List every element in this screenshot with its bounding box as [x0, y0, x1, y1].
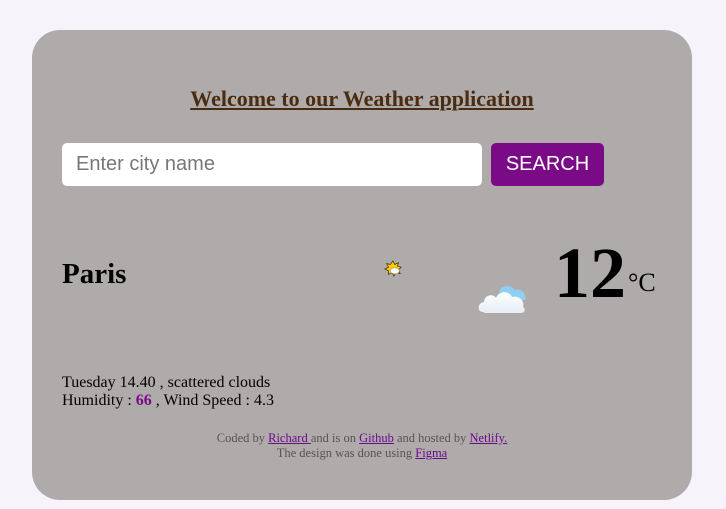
day-time: Tuesday 14.40	[62, 374, 156, 391]
humidity-value: 66	[135, 392, 152, 409]
and-is-on-text: and is on	[310, 431, 356, 445]
search-button[interactable]: SEARCH	[491, 143, 604, 186]
partly-sunny-icon	[384, 260, 402, 278]
footer-line-1: Coded by Richard and is on Github and ho…	[32, 431, 692, 446]
temperature-value: 12	[554, 233, 626, 313]
humidity-label: Humidity :	[62, 392, 132, 409]
design-text: The design was done using	[276, 446, 413, 460]
weather-details: Tuesday 14.40 , scattered clouds Humidit…	[62, 374, 274, 410]
author-link-label: Richard	[268, 431, 308, 445]
wind-value: 4.3	[253, 392, 274, 409]
wind-label: , Wind Speed :	[155, 392, 250, 409]
temperature-display: 12°C	[554, 230, 656, 316]
footer: Coded by Richard and is on Github and ho…	[32, 431, 692, 461]
cloud-icon	[478, 286, 526, 313]
humidity-wind-line: Humidity : 66 , Wind Speed : 4.3	[62, 392, 274, 410]
figma-link[interactable]: Figma	[415, 446, 447, 460]
page-title: Welcome to our Weather application	[190, 86, 534, 111]
city-name: Paris	[62, 258, 127, 290]
date-description-line: Tuesday 14.40 , scattered clouds	[62, 374, 271, 391]
netlify-link[interactable]: Netlify.	[470, 431, 508, 445]
footer-line-2: The design was done using Figma	[32, 446, 692, 461]
github-link[interactable]: Github	[359, 431, 394, 445]
temperature-unit: °C	[628, 268, 656, 297]
weather-card: Welcome to our Weather application SEARC…	[32, 30, 692, 500]
weather-description: scattered clouds	[167, 374, 271, 391]
city-search-input[interactable]	[62, 143, 482, 186]
hosted-by-text: and hosted by	[396, 431, 467, 445]
author-link[interactable]: Richard	[268, 431, 311, 445]
coded-by-text: Coded by	[216, 431, 265, 445]
